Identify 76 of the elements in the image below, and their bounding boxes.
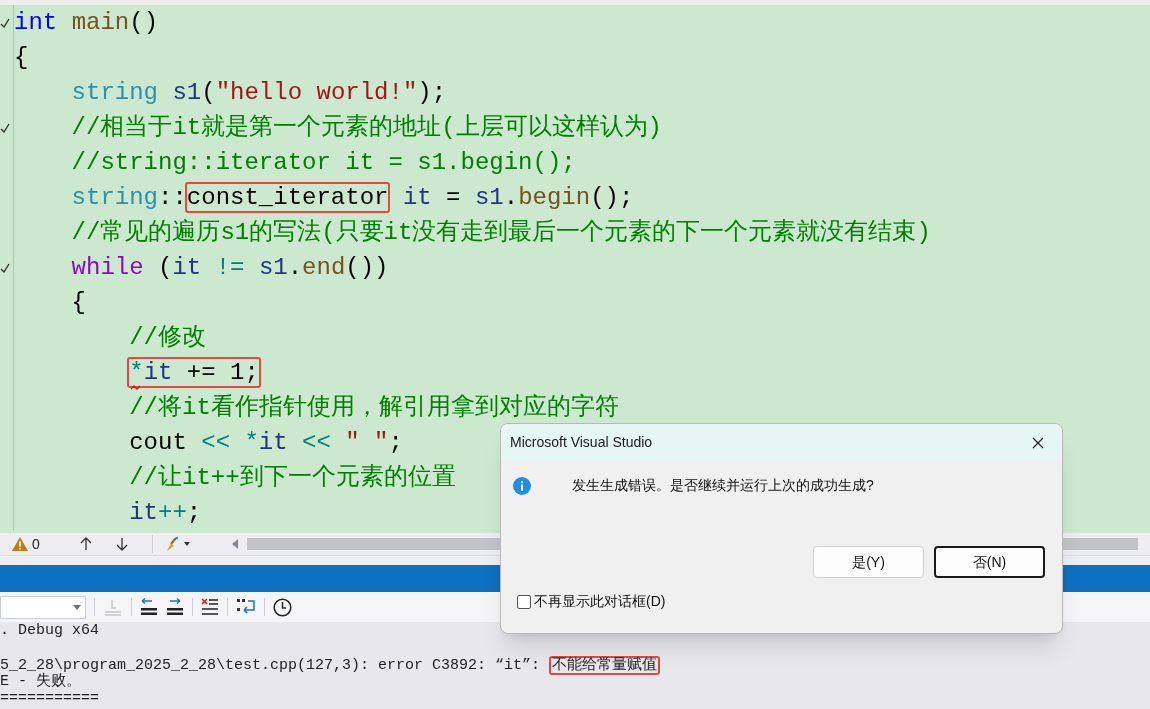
next-message-icon[interactable] [166, 598, 184, 616]
collapse-mark-icon[interactable] [0, 262, 10, 273]
code-token: string [71, 184, 159, 211]
code-token: << [302, 429, 331, 456]
code-token: 1; [230, 359, 259, 386]
collapse-mark-icon[interactable] [0, 122, 10, 133]
code-token: begin [518, 184, 591, 211]
code-token: it [129, 499, 159, 526]
dialog-title: Microsoft Visual Studio [510, 433, 653, 452]
code-token: " " [345, 429, 389, 456]
code-token: it [402, 184, 432, 211]
code-token: != [215, 254, 245, 281]
arrow-down-icon[interactable] [115, 537, 128, 551]
error-squiggle-icon [131, 385, 142, 390]
collapse-mark-icon[interactable] [0, 17, 10, 28]
code-token: end [302, 254, 346, 281]
code-token: . [503, 184, 519, 211]
previous-message-icon[interactable] [140, 598, 158, 616]
code-token: string [71, 79, 159, 106]
code-token: ; [388, 429, 403, 456]
clear-all-icon[interactable] [201, 598, 219, 616]
code-token: //常见的遍历s1的写法(只要it没有走到最后一个元素的下一个元素就没有结束) [71, 219, 931, 246]
output-text: =========== [0, 690, 100, 707]
dialog-button[interactable]: 是(Y) [813, 546, 924, 578]
code-token: { [14, 44, 29, 71]
code-token: while [71, 254, 144, 281]
dialog-message: 发生生成错误。是否继续并运行上次的成功生成? [572, 476, 874, 495]
code-token: s1 [258, 254, 288, 281]
code-token: int [14, 9, 58, 36]
code-token: ( [201, 79, 216, 106]
code-token: it [258, 429, 288, 456]
warning-count: 0 [32, 534, 40, 554]
code-token: ()) [345, 254, 389, 281]
code-token: { [71, 289, 86, 316]
code-token: << [201, 429, 231, 456]
code-token: it [172, 254, 202, 281]
code-token: += [186, 359, 216, 386]
caret-down-icon [73, 604, 81, 610]
code-token: * [129, 359, 144, 386]
warning-icon[interactable] [12, 537, 28, 551]
code-token: . [287, 254, 303, 281]
code-token: cout [129, 429, 187, 456]
code-token: //相当于it就是第一个元素的地址(上层可以这样认为) [71, 114, 663, 141]
output-text: 不能给常量赋值 [549, 656, 661, 675]
code-token: () [129, 9, 159, 36]
code-token: ; [186, 499, 202, 526]
code-token: const_iterator [186, 184, 389, 211]
code-token: //让it++到下一个元素的位置 [129, 464, 456, 491]
code-token: ); [417, 79, 447, 106]
code-token: main [71, 9, 130, 36]
code-token: //将it看作指针使用，解引用拿到对应的字符 [129, 394, 619, 421]
dialog-button[interactable]: 否(N) [934, 546, 1045, 578]
code-token: s1 [172, 79, 202, 106]
code-token: //string::iterator it = s1.begin(); [71, 149, 576, 176]
scroll-left-icon[interactable] [230, 539, 239, 549]
code-token: = [446, 184, 461, 211]
output-text: 5_2_28\program_2025_2_28\test.cpp(127,3): error C3892: “it”: [0, 657, 541, 674]
code-token: it [143, 359, 173, 386]
checkbox-label: 不再显示此对话框(D) [534, 592, 666, 611]
code-token: //修改 [129, 324, 207, 351]
word-wrap-icon[interactable] [236, 598, 256, 616]
code-token: s1 [474, 184, 504, 211]
close-icon[interactable] [1032, 436, 1044, 449]
code-token: :: [158, 184, 187, 211]
code-token: ( [158, 254, 173, 281]
arrow-up-icon[interactable] [79, 537, 92, 551]
code-token: * [244, 429, 259, 456]
code-token: (); [590, 184, 634, 211]
brush-icon[interactable] [164, 536, 191, 552]
info-icon [513, 476, 531, 495]
code-token: ++ [158, 499, 187, 526]
output-text: . Debug x64 [0, 622, 100, 639]
clock-icon[interactable] [273, 597, 292, 617]
checkbox[interactable] [517, 594, 531, 609]
output-text: E - 失败。 [0, 673, 81, 690]
code-token: "hello world!" [215, 79, 418, 106]
